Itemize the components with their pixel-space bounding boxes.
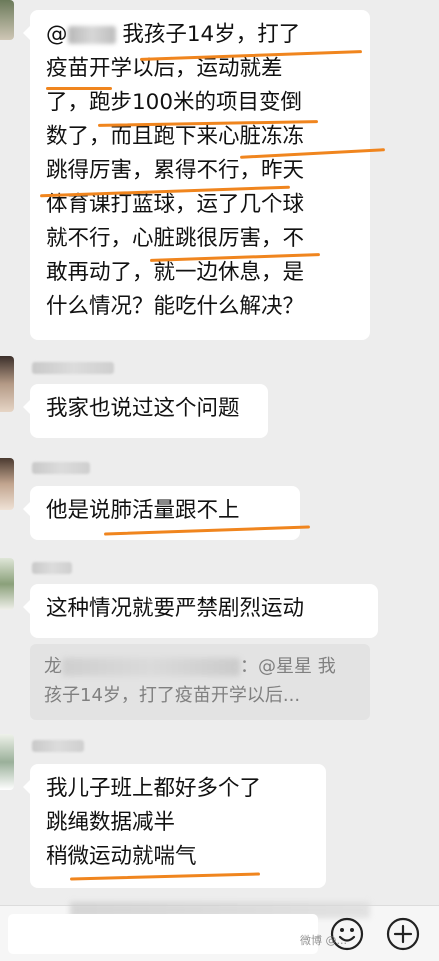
highlight-underline [46,87,112,90]
avatar[interactable] [0,356,14,412]
blurred-nickname [32,462,90,474]
blurred-name [67,26,116,44]
message-line: 这种情况就要严禁剧烈运动 [46,596,305,621]
message-line: 跳绳数据减半 [46,810,176,835]
plus-circle-icon[interactable] [386,917,420,951]
avatar[interactable] [0,0,14,40]
message-line: 什么情况？能吃什么解决？ [46,294,305,319]
quoted-message[interactable]: 龙：@星星 我 孩子14岁，打了疫苗开学以后... [30,644,370,720]
avatar[interactable] [0,734,14,790]
input-bar [0,902,439,961]
message-bubble[interactable]: 这种情况就要严禁剧烈运动 [23,584,378,638]
quote-line: 龙：@星星 我 [44,656,336,677]
message-line: 就不行，心脏跳很厉害，不 [46,226,305,251]
avatar[interactable] [0,458,14,510]
watermark: 微博 @... [300,934,347,947]
blurred-nickname [32,562,72,574]
blurred-name [62,658,240,676]
message-line: 稍微运动就喘气 [46,844,197,869]
message-bubble[interactable]: 我儿子班上都好多个了 跳绳数据减半 稍微运动就喘气 [23,764,326,888]
avatar[interactable] [0,558,14,610]
message-line: @ 我孩子14岁，打了 [46,22,301,47]
message-bubble[interactable]: @ 我孩子14岁，打了 疫苗开学以后，运动就差 了，跑步100米的项目变倒 数了… [23,10,370,340]
message-line: 跳得厉害，累得不行，昨天 [46,158,305,183]
message-line: 了，跑步100米的项目变倒 [46,90,303,115]
message-line: 他是说肺活量跟不上 [46,498,240,523]
message-input[interactable] [8,914,318,954]
message-line: 我儿子班上都好多个了 [46,776,262,801]
blurred-nickname [32,740,84,752]
quote-line: 孩子14岁，打了疫苗开学以后... [44,685,301,706]
message-line: 敢再动了，就一边休息，是 [46,260,305,285]
message-line: 我家也说过这个问题 [46,396,240,421]
mention: @ [46,22,68,47]
blurred-nickname [32,362,114,374]
message-bubble[interactable]: 我家也说过这个问题 [23,384,268,438]
